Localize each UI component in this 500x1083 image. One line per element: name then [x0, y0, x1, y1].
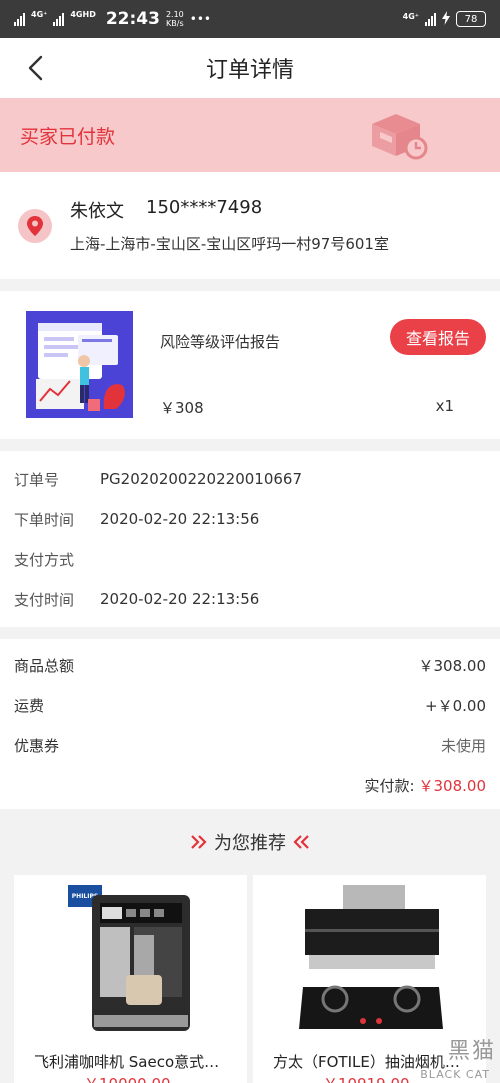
- coupon-label: 优惠券: [14, 736, 60, 755]
- order-status-banner: 买家已付款: [0, 98, 500, 172]
- network-label-right: 4G⁺: [402, 11, 419, 21]
- recommend-item-price: ￥10919.00: [323, 1073, 410, 1083]
- chevron-left-icon: [28, 55, 43, 81]
- watermark-en: BLACK CAT: [420, 1068, 490, 1081]
- product-quantity: x1: [435, 397, 454, 415]
- product-price: ￥308: [160, 399, 204, 417]
- recommend-title: 为您推荐: [214, 833, 286, 854]
- payment-method-row: 支付方式: [14, 539, 486, 579]
- shipping-value: +￥0.00: [425, 696, 486, 715]
- info-label: 下单时间: [14, 510, 75, 529]
- order-time: 2020-02-20 22:13:56: [100, 510, 260, 528]
- package-clock-icon: [372, 114, 428, 160]
- goods-total-row: 商品总额 ￥308.00: [14, 645, 486, 685]
- coupon-value: 未使用: [440, 736, 486, 755]
- product-thumbnail: [26, 311, 133, 418]
- signal-icon-2: [53, 12, 65, 26]
- more-dots: •••: [189, 12, 211, 26]
- watermark-cn: 黑猫: [447, 1039, 496, 1064]
- recommend-item-price: ￥10000.00: [84, 1073, 171, 1083]
- status-time: 22:43: [105, 9, 160, 29]
- speed-value: 2.10: [165, 10, 184, 19]
- network-speed: 2.10 KB/s: [166, 10, 184, 28]
- watermark-logo: 黑猫 BLACK CAT: [400, 1039, 496, 1081]
- goods-total-value: ￥308.00: [418, 656, 487, 675]
- page-title: 订单详情: [205, 58, 294, 83]
- payment-time: 2020-02-20 22:13:56: [100, 590, 260, 608]
- info-label: 支付时间: [14, 590, 75, 609]
- payment-time-row: 支付时间 2020-02-20 22:13:56: [14, 579, 486, 619]
- product-name: 风险等级评估报告: [160, 333, 281, 351]
- double-chevron-left-icon: [292, 834, 310, 850]
- price-summary: 商品总额 ￥308.00 运费 +￥0.00 优惠券 未使用 实付款: ￥308…: [0, 639, 500, 809]
- paid-value: ￥308.00: [418, 776, 487, 795]
- speed-unit: KB/s: [166, 19, 184, 28]
- order-status-text: 买家已付款: [20, 125, 116, 148]
- recommend-item-title: 飞利浦咖啡机 Saeco意式…: [34, 1053, 220, 1071]
- status-bar: 4G⁺ 4GHD 22:43 2.10 KB/s ••• 4G⁺ 78: [0, 0, 500, 38]
- shipping-label: 运费: [14, 696, 45, 715]
- shipping-address: 朱依文 150****7498 上海-上海市-宝山区-宝山区呼玛一村97号601…: [0, 172, 500, 279]
- recommend-header: 为您推荐: [0, 809, 500, 875]
- signal-icon: [14, 12, 25, 26]
- battery-icon: 78: [456, 11, 486, 27]
- network-label-1: 4G⁺: [31, 9, 48, 19]
- info-label: 支付方式: [14, 550, 75, 569]
- nav-bar: 订单详情: [0, 38, 500, 98]
- range-hood-image: [299, 885, 443, 1029]
- product-card: 风险等级评估报告 查看报告 ￥308 x1: [0, 291, 500, 439]
- shipping-row: 运费 +￥0.00: [14, 685, 486, 725]
- paid-amount: 实付款: ￥308.00: [364, 775, 486, 796]
- paid-row: 实付款: ￥308.00: [14, 765, 486, 805]
- goods-total-label: 商品总额: [14, 656, 75, 675]
- battery-level: 78: [464, 13, 478, 25]
- order-time-row: 下单时间 2020-02-20 22:13:56: [14, 499, 486, 539]
- coffee-machine-image: [92, 895, 190, 1031]
- paid-label: 实付款:: [364, 776, 415, 795]
- network-label-2: 4GHD: [70, 9, 96, 19]
- view-report-button[interactable]: 查看报告: [389, 319, 486, 355]
- order-number: PG2020200220220010667: [100, 470, 302, 488]
- order-number-row: 订单号 PG2020200220220010667: [14, 459, 486, 499]
- recipient-name: 朱依文: [70, 201, 124, 222]
- signal-icon-right: [425, 12, 436, 26]
- double-chevron-right-icon: [190, 834, 208, 850]
- recipient-phone: 150****7498: [146, 197, 263, 218]
- charging-icon: [442, 10, 450, 28]
- info-label: 订单号: [14, 470, 60, 489]
- order-info: 订单号 PG2020200220220010667 下单时间 2020-02-2…: [0, 451, 500, 627]
- recommend-item-coffee[interactable]: PHILIPS 飞利浦咖啡机 Saeco意式… ￥10000.00: [14, 875, 247, 1083]
- coupon-row: 优惠券 未使用: [14, 725, 486, 765]
- location-pin-icon: [18, 208, 52, 243]
- address-detail: 上海-上海市-宝山区-宝山区呼玛一村97号601室: [70, 235, 389, 253]
- back-button[interactable]: [20, 53, 50, 83]
